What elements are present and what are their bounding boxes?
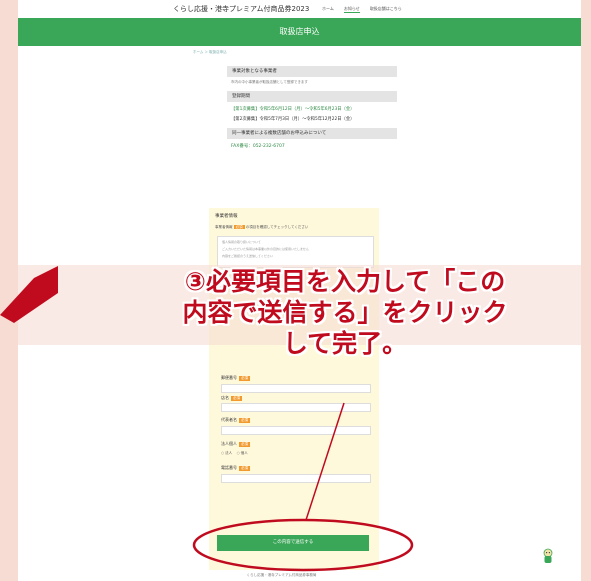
form-note-prefix: 事業者情報 xyxy=(215,225,233,229)
section-heading: 登録期間 xyxy=(227,91,397,102)
required-badge: 必須 xyxy=(239,442,250,447)
nav-item-stores[interactable]: 取扱店舗はこちら xyxy=(370,6,402,13)
representative-input[interactable] xyxy=(221,426,371,435)
representative-label: 代表者名 必須 xyxy=(221,417,250,423)
store-name-input[interactable] xyxy=(221,403,371,412)
form-note-suffix: の項目を確認してチェックしてください xyxy=(245,225,309,229)
nav-item-home[interactable]: ホーム xyxy=(322,6,334,13)
form-title: 事業者情報 xyxy=(215,214,238,219)
submit-button[interactable]: この内容で送信する xyxy=(217,535,369,551)
notice-line: ご入力いただいた情報は本事業以外の目的には使用いたしません xyxy=(222,247,309,251)
field-label-text: 法人個人 xyxy=(221,441,237,446)
field-label-text: 郵便番号 xyxy=(221,375,237,380)
postal-code-label: 郵便番号 必須 xyxy=(221,375,250,381)
info-sections: 事業対象となる事業者 市内の中小事業者が取扱店舗として登録できます 登録期間 【… xyxy=(227,60,397,149)
field-label-text: 代表者名 xyxy=(221,417,237,422)
required-badge: 必須 xyxy=(233,225,245,229)
store-name-label: 店名 必須 xyxy=(221,395,242,401)
notice-line: 内容をご確認のうえ送信してください xyxy=(222,254,273,258)
required-badge: 必須 xyxy=(239,466,250,471)
site-title[interactable]: くらし応援・港寺プレミアム付商品券2023 xyxy=(173,4,309,14)
callout-line-2: 内容で送信する」をクリック xyxy=(182,298,508,327)
page-title-banner: 取扱店申込 xyxy=(18,18,581,46)
corp-type-radios: ○ 法人 ○ 個人 xyxy=(221,451,248,456)
mascot-icon xyxy=(543,548,553,563)
required-badge: 必須 xyxy=(239,418,250,423)
radio-individual[interactable]: ○ 個人 xyxy=(237,451,248,455)
required-badge: 必須 xyxy=(239,376,250,381)
breadcrumb[interactable]: ホーム ＞ 取扱店申込 xyxy=(193,50,227,55)
section-heading: 同一事業者による複数店舗のお申込みについて xyxy=(227,128,397,139)
section-heading: 事業対象となる事業者 xyxy=(227,66,397,77)
required-badge: 必須 xyxy=(231,396,242,401)
callout-line-3: して完了。 xyxy=(282,329,408,358)
field-label-text: 店名 xyxy=(221,395,229,400)
notice-line: 個人情報の取り扱いについて xyxy=(222,240,261,244)
period-line-1: 【第1次募集】令和5年6月12日（月）〜令和5年6月23日（金） xyxy=(231,107,355,112)
callout-line-1: ③必要項目を入力して「この xyxy=(184,267,506,296)
postal-code-input[interactable] xyxy=(221,384,371,393)
footer-text: くらし応援・港寺プレミアム付商品券事務局 xyxy=(246,573,317,577)
form-note: 事業者情報 必須 の項目を確認してチェックしてください xyxy=(215,225,308,230)
phone-label: 電話番号 必須 xyxy=(221,465,250,471)
nav-item-news[interactable]: お知らせ xyxy=(343,6,360,13)
site-header: くらし応援・港寺プレミアム付商品券2023 ホーム お知らせ 取扱店舗はこちら xyxy=(18,0,581,19)
radio-corporate[interactable]: ○ 法人 xyxy=(221,451,232,455)
period-line-2: 【第2次募集】令和5年7月3日（月）〜令和5年12月22日（金） xyxy=(231,117,355,122)
application-form: 事業者情報 事業者情報 必須 の項目を確認してチェックしてください 個人情報の取… xyxy=(209,208,379,570)
privacy-notice: 個人情報の取り扱いについて ご入力いただいた情報は本事業以外の目的には使用いたし… xyxy=(217,236,374,268)
phone-input[interactable] xyxy=(221,474,371,483)
corp-type-label: 法人個人 必須 xyxy=(221,441,250,447)
instruction-callout: ③必要項目を入力して「この 内容で送信する」をクリック して完了。 xyxy=(85,266,591,359)
main-nav: ホーム お知らせ 取扱店舗はこちら xyxy=(322,6,402,13)
section-text: 市内の中小事業者が取扱店舗として登録できます xyxy=(231,80,308,84)
fax-number: FAX番号：052-232-6707 xyxy=(231,144,285,149)
field-label-text: 電話番号 xyxy=(221,465,237,470)
